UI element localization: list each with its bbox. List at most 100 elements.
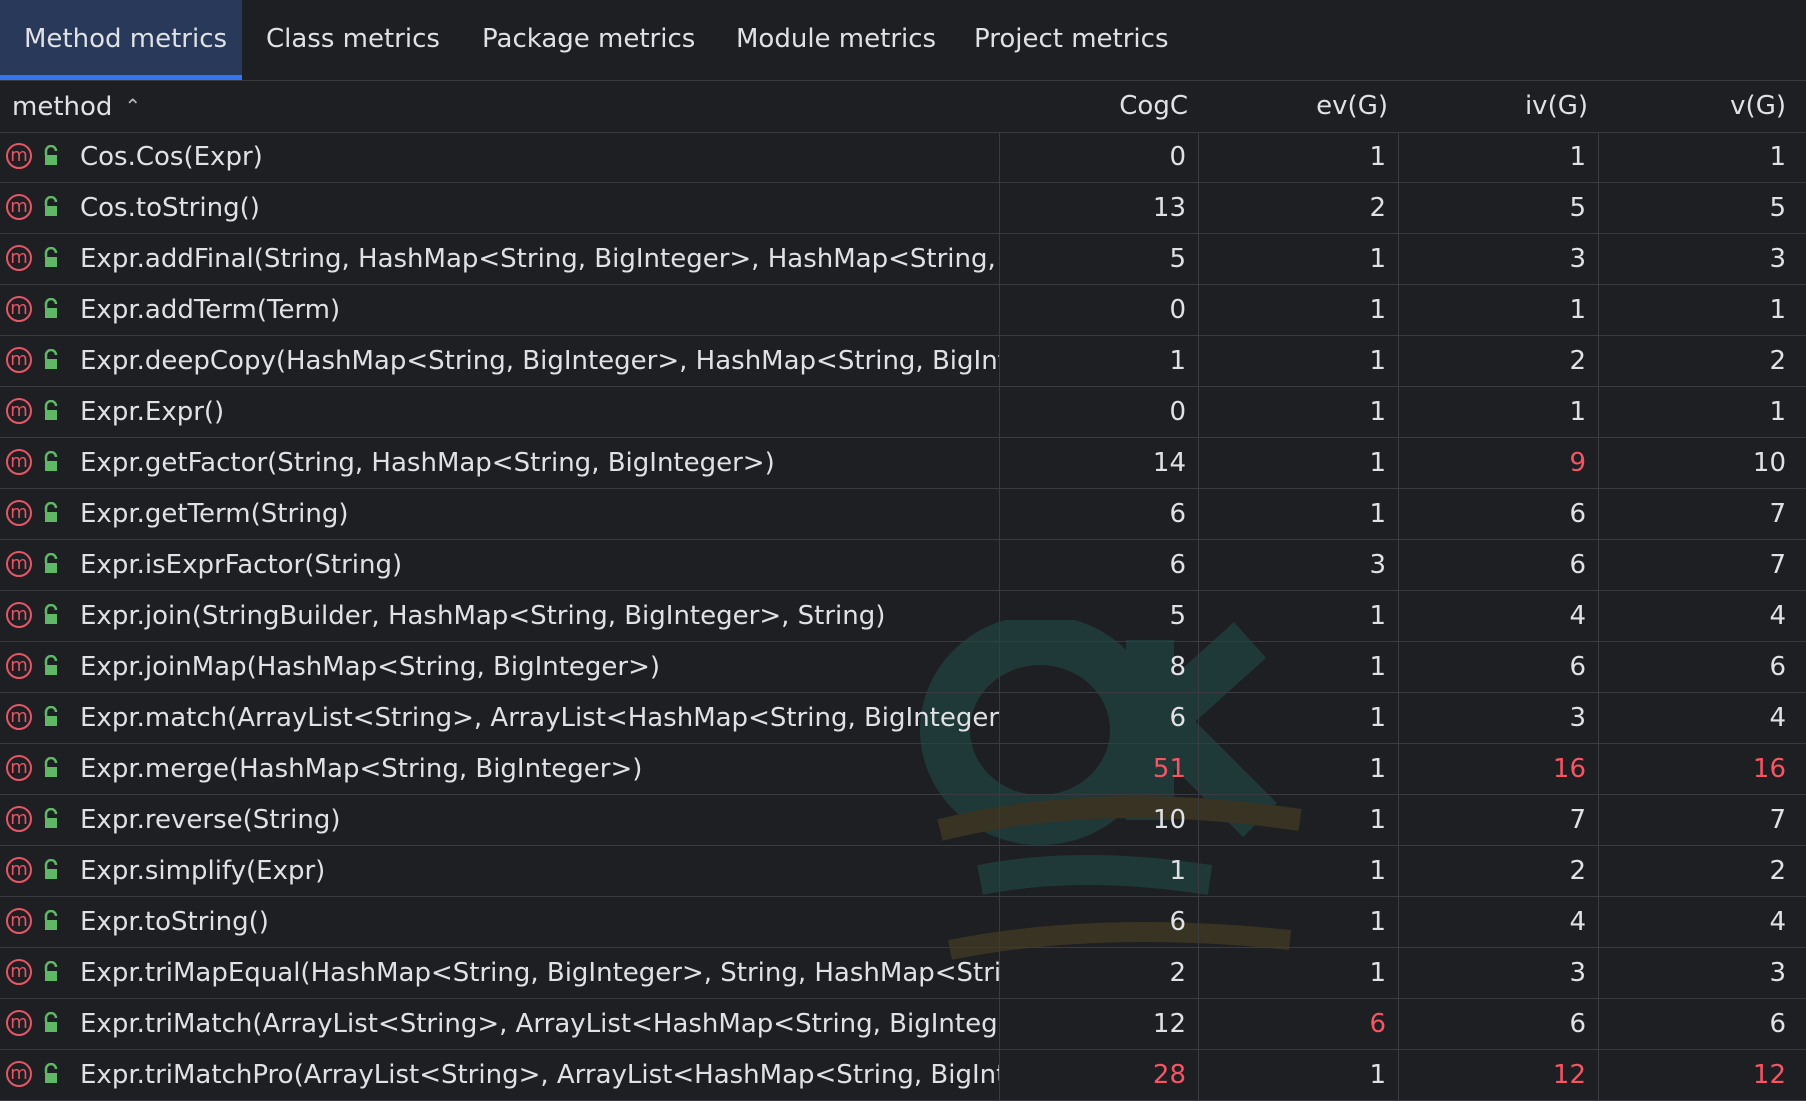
v-value: 3 (1769, 958, 1786, 988)
v-value: 12 (1752, 1060, 1786, 1090)
tab-package-metrics[interactable]: Package metrics (458, 0, 719, 80)
method-cell: m Expr.getFactor(String, HashMap<String, … (0, 438, 1000, 488)
tab-project-metrics[interactable]: Project metrics (950, 0, 1193, 80)
ev-value: 1 (1200, 897, 1399, 947)
method-cell: m Expr.join(StringBuilder, HashMap<String… (0, 591, 1000, 641)
tab-method-metrics[interactable]: Method metrics (0, 0, 242, 80)
v-value: 7 (1769, 805, 1786, 835)
method-name: Expr.isExprFactor(String) (80, 550, 403, 580)
table-row[interactable]: m Expr.deepCopy(HashMap<String, BigIntege… (0, 336, 1806, 387)
public-access-icon (44, 247, 58, 267)
public-access-icon (44, 604, 58, 624)
method-name: Expr.joinMap(HashMap<String, BigInteger>… (80, 652, 661, 682)
table-row[interactable]: m Expr.triMapEqual(HashMap<String, BigInt… (0, 948, 1806, 999)
method-icon: m (6, 143, 32, 169)
method-cell: m Expr.triMatch(ArrayList<String>, ArrayL… (0, 999, 1000, 1049)
table-row[interactable]: m Expr.getTerm(String) 6 1 6 7 (0, 489, 1806, 540)
column-header-method[interactable]: method ⌃ (12, 81, 141, 132)
v-value: 7 (1769, 499, 1786, 529)
method-cell: m Expr.addTerm(Term) (0, 285, 1000, 335)
column-header-method-label: method (12, 92, 113, 122)
iv-value: 3 (1400, 693, 1599, 743)
method-cell: m Cos.Cos(Expr) (0, 132, 1000, 182)
method-name: Expr.deepCopy(HashMap<String, BigInteger… (80, 346, 1000, 376)
v-value: 1 (1769, 142, 1786, 172)
ev-value: 2 (1200, 183, 1399, 233)
method-icon: m (6, 1010, 32, 1036)
public-access-icon (44, 961, 58, 981)
method-icon: m (6, 194, 32, 220)
table-row[interactable]: m Expr.addTerm(Term) 0 1 1 1 (0, 285, 1806, 336)
table-row[interactable]: m Expr.triMatch(ArrayList<String>, ArrayL… (0, 999, 1806, 1050)
ev-value: 1 (1200, 285, 1399, 335)
tab-class-metrics[interactable]: Class metrics (242, 0, 464, 80)
public-access-icon (44, 298, 58, 318)
method-name: Expr.triMatch(ArrayList<String>, ArrayLi… (80, 1009, 1000, 1039)
ev-value: 6 (1200, 999, 1399, 1049)
table-row[interactable]: m Expr.addFinal(String, HashMap<String, B… (0, 234, 1806, 285)
v-value: 4 (1769, 907, 1786, 937)
cogc-value: 1 (1000, 846, 1199, 896)
method-icon: m (6, 551, 32, 577)
table-row[interactable]: m Expr.simplify(Expr) 1 1 2 2 (0, 846, 1806, 897)
method-cell: m Expr.merge(HashMap<String, BigInteger>) (0, 744, 1000, 794)
v-value: 6 (1769, 652, 1786, 682)
cogc-value: 6 (1000, 693, 1199, 743)
iv-value: 2 (1400, 336, 1599, 386)
cogc-value: 14 (1000, 438, 1199, 488)
cogc-value: 6 (1000, 897, 1199, 947)
iv-value: 6 (1400, 642, 1599, 692)
ev-value: 3 (1200, 540, 1399, 590)
ev-value: 1 (1200, 846, 1399, 896)
iv-value: 5 (1400, 183, 1599, 233)
iv-value: 1 (1400, 132, 1599, 182)
method-metrics-table: m Cos.Cos(Expr) 0 1 1 1 m Cos.toString() 13 2 5 5 m E… (0, 132, 1806, 1101)
method-icon: m (6, 653, 32, 679)
method-icon: m (6, 602, 32, 628)
method-icon: m (6, 704, 32, 730)
cogc-value: 6 (1000, 540, 1199, 590)
table-row[interactable]: m Expr.reverse(String) 10 1 7 7 (0, 795, 1806, 846)
method-cell: m Expr.triMatchPro(ArrayList<String>, Arr… (0, 1050, 1000, 1100)
v-value: 2 (1769, 856, 1786, 886)
method-name: Expr.toString() (80, 907, 269, 937)
column-header-v[interactable]: v(G) (1600, 81, 1786, 132)
cogc-value: 5 (1000, 591, 1199, 641)
table-row[interactable]: m Expr.joinMap(HashMap<String, BigInteger… (0, 642, 1806, 693)
method-name: Expr.getTerm(String) (80, 499, 349, 529)
table-row[interactable]: m Expr.getFactor(String, HashMap<String, … (0, 438, 1806, 489)
table-row[interactable]: m Cos.Cos(Expr) 0 1 1 1 (0, 132, 1806, 183)
ev-value: 1 (1200, 1050, 1399, 1100)
cogc-value: 0 (1000, 285, 1199, 335)
method-cell: m Expr.reverse(String) (0, 795, 1000, 845)
method-name: Expr.simplify(Expr) (80, 856, 326, 886)
method-name: Cos.Cos(Expr) (80, 142, 263, 172)
table-row[interactable]: m Expr.Expr() 0 1 1 1 (0, 387, 1806, 438)
public-access-icon (44, 1063, 58, 1083)
method-icon: m (6, 1061, 32, 1087)
public-access-icon (44, 655, 58, 675)
column-header-ev[interactable]: ev(G) (1200, 81, 1388, 132)
table-row[interactable]: m Expr.merge(HashMap<String, BigInteger>)… (0, 744, 1806, 795)
table-row[interactable]: m Expr.match(ArrayList<String>, ArrayList… (0, 693, 1806, 744)
tab-module-metrics[interactable]: Module metrics (712, 0, 960, 80)
method-name: Expr.getFactor(String, HashMap<String, B… (80, 448, 775, 478)
table-row[interactable]: m Expr.join(StringBuilder, HashMap<String… (0, 591, 1806, 642)
cogc-value: 5 (1000, 234, 1199, 284)
ev-value: 1 (1200, 234, 1399, 284)
column-header-cogc[interactable]: CogC (1000, 81, 1188, 132)
table-row[interactable]: m Expr.toString() 6 1 4 4 (0, 897, 1806, 948)
iv-value: 6 (1400, 540, 1599, 590)
column-header-iv[interactable]: iv(G) (1400, 81, 1588, 132)
v-value: 7 (1769, 550, 1786, 580)
method-cell: m Expr.simplify(Expr) (0, 846, 1000, 896)
table-row[interactable]: m Expr.triMatchPro(ArrayList<String>, Arr… (0, 1050, 1806, 1101)
metrics-tab-bar: Method metrics Class metrics Package met… (0, 0, 1806, 81)
v-value: 16 (1752, 754, 1786, 784)
cogc-value: 12 (1000, 999, 1199, 1049)
ev-value: 1 (1200, 642, 1399, 692)
table-row[interactable]: m Expr.isExprFactor(String) 6 3 6 7 (0, 540, 1806, 591)
method-icon: m (6, 245, 32, 271)
table-row[interactable]: m Cos.toString() 13 2 5 5 (0, 183, 1806, 234)
method-icon: m (6, 398, 32, 424)
